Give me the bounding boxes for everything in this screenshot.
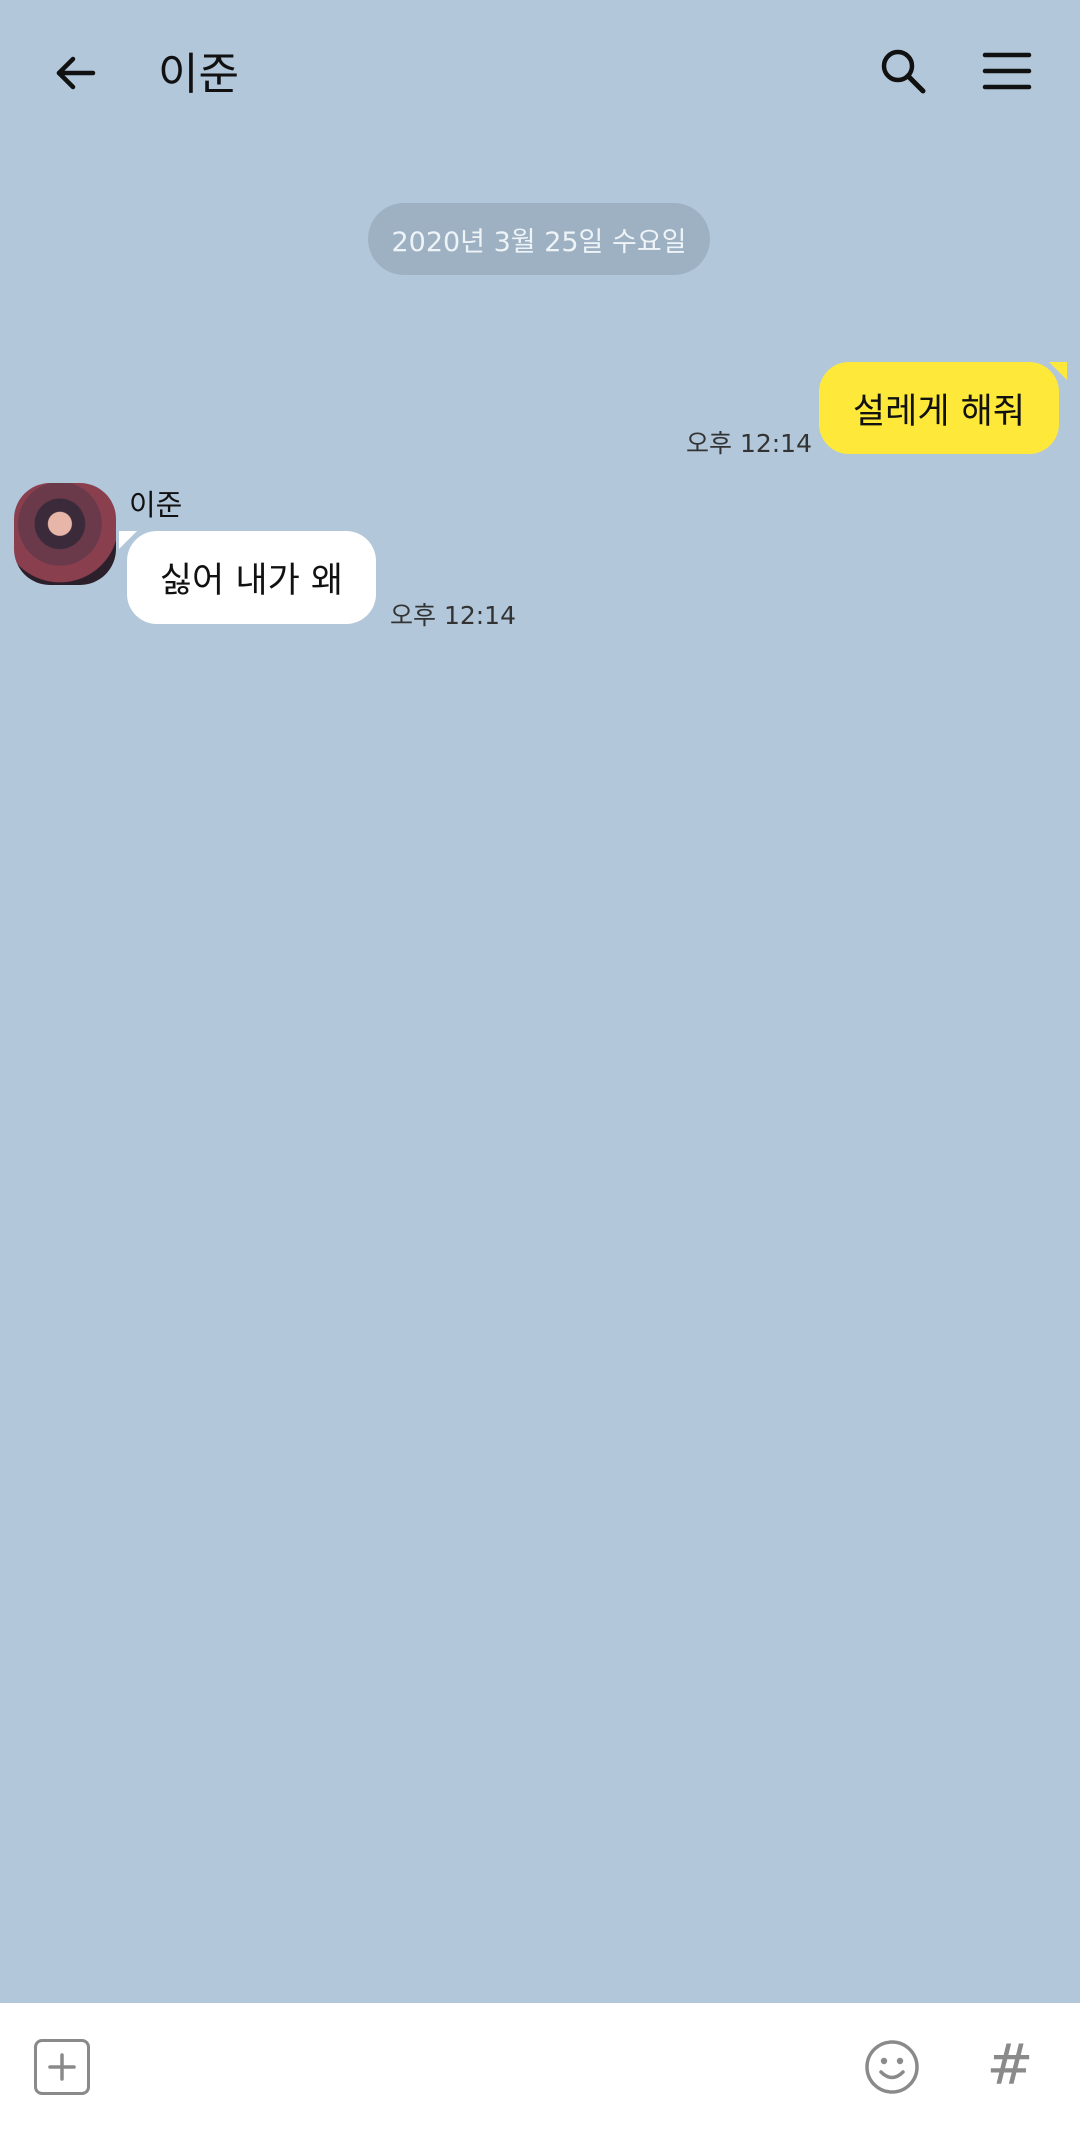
emoji-button[interactable] [864,2039,920,2095]
search-icon [881,49,926,94]
chat-header: 이준 [0,0,1080,150]
plus-box-icon [48,2053,76,2081]
menu-button[interactable] [972,36,1042,106]
back-button[interactable] [40,38,110,108]
my-message-bubble[interactable]: 설레게 해줘 [819,362,1067,454]
hashtag-button[interactable]: # [980,2033,1040,2099]
message-time: 오후 12:14 [686,429,812,458]
bubble-tail [1049,362,1067,380]
input-bar: # [0,2003,1080,2131]
chat-title: 이준 [158,49,239,100]
message-text: 싫어 내가 왜 [159,561,344,601]
message-time: 오후 12:14 [390,601,516,630]
message-text: 설레게 해줘 [852,391,1026,432]
date-divider: 2020년 3월 25일 수요일 [368,203,710,275]
search-button[interactable] [868,36,938,106]
emoji-icon [865,2040,919,2094]
bubble-tail [119,531,137,549]
their-message-bubble[interactable]: 싫어 내가 왜 [119,531,376,624]
attach-button[interactable] [34,2039,90,2095]
avatar[interactable] [14,483,116,585]
sender-name: 이준 [129,488,183,522]
arrow-left-icon [56,56,96,90]
hamburger-menu-icon [982,52,1032,90]
